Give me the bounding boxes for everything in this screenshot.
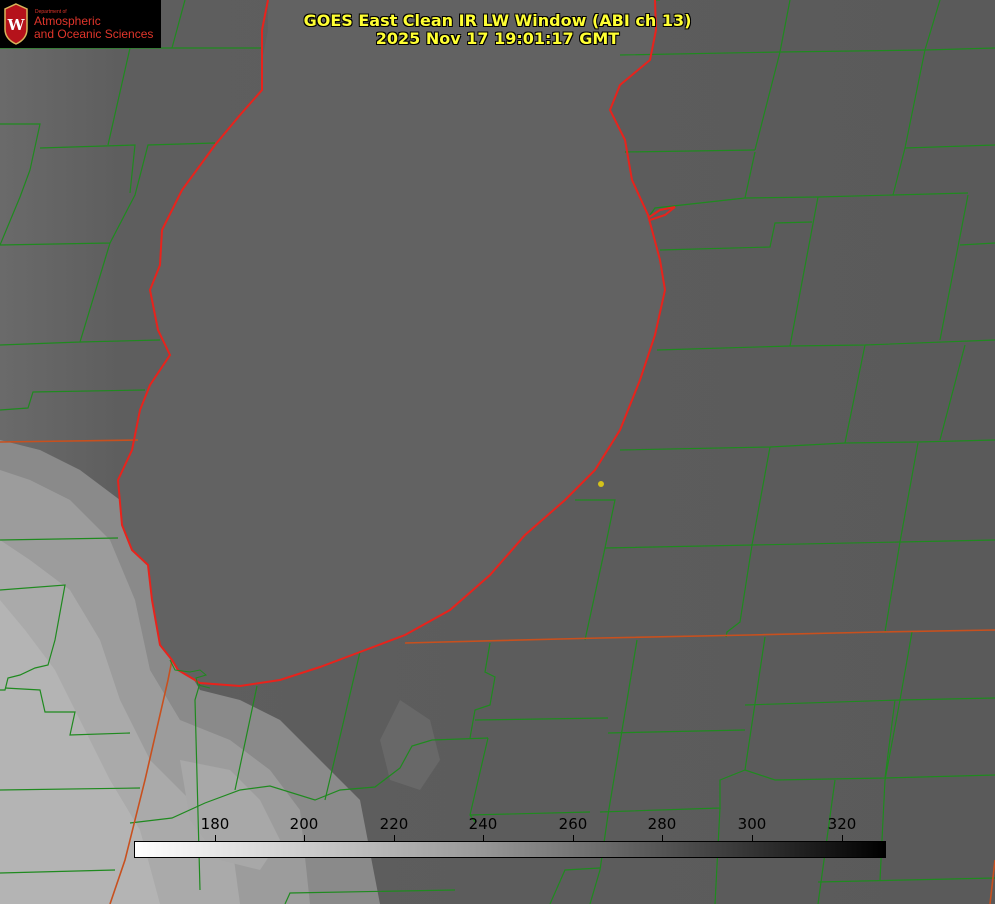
temperature-colorbar [134, 841, 886, 858]
colorbar-tick-mark [752, 835, 753, 841]
colorbar-tick-label: 220 [379, 815, 409, 833]
colorbar-tick-label: 320 [827, 815, 857, 833]
colorbar-tick-mark [304, 835, 305, 841]
colorbar-tick-label: 280 [647, 815, 677, 833]
colorbar-tick-mark [842, 835, 843, 841]
colorbar-tick-label: 240 [468, 815, 498, 833]
colorbar-tick-label: 260 [558, 815, 588, 833]
colorbar-tick-mark [394, 835, 395, 841]
satellite-map [0, 0, 995, 904]
timestamp: 2025 Nov 17 19:01:17 GMT [375, 29, 620, 48]
colorbar-tick-label: 300 [737, 815, 767, 833]
colorbar-tick-mark [573, 835, 574, 841]
colorbar-tick-label: 180 [200, 815, 230, 833]
colorbar-tick-label: 200 [289, 815, 319, 833]
product-title: GOES East Clean IR LW Window (ABI ch 13) [303, 11, 692, 30]
colorbar-tick-mark [483, 835, 484, 841]
satellite-image-panel: W Department of Atmospheric and Oceanic … [0, 0, 995, 904]
station-marker-icon [598, 481, 604, 487]
colorbar-tick-mark [662, 835, 663, 841]
colorbar-tick-mark [215, 835, 216, 841]
